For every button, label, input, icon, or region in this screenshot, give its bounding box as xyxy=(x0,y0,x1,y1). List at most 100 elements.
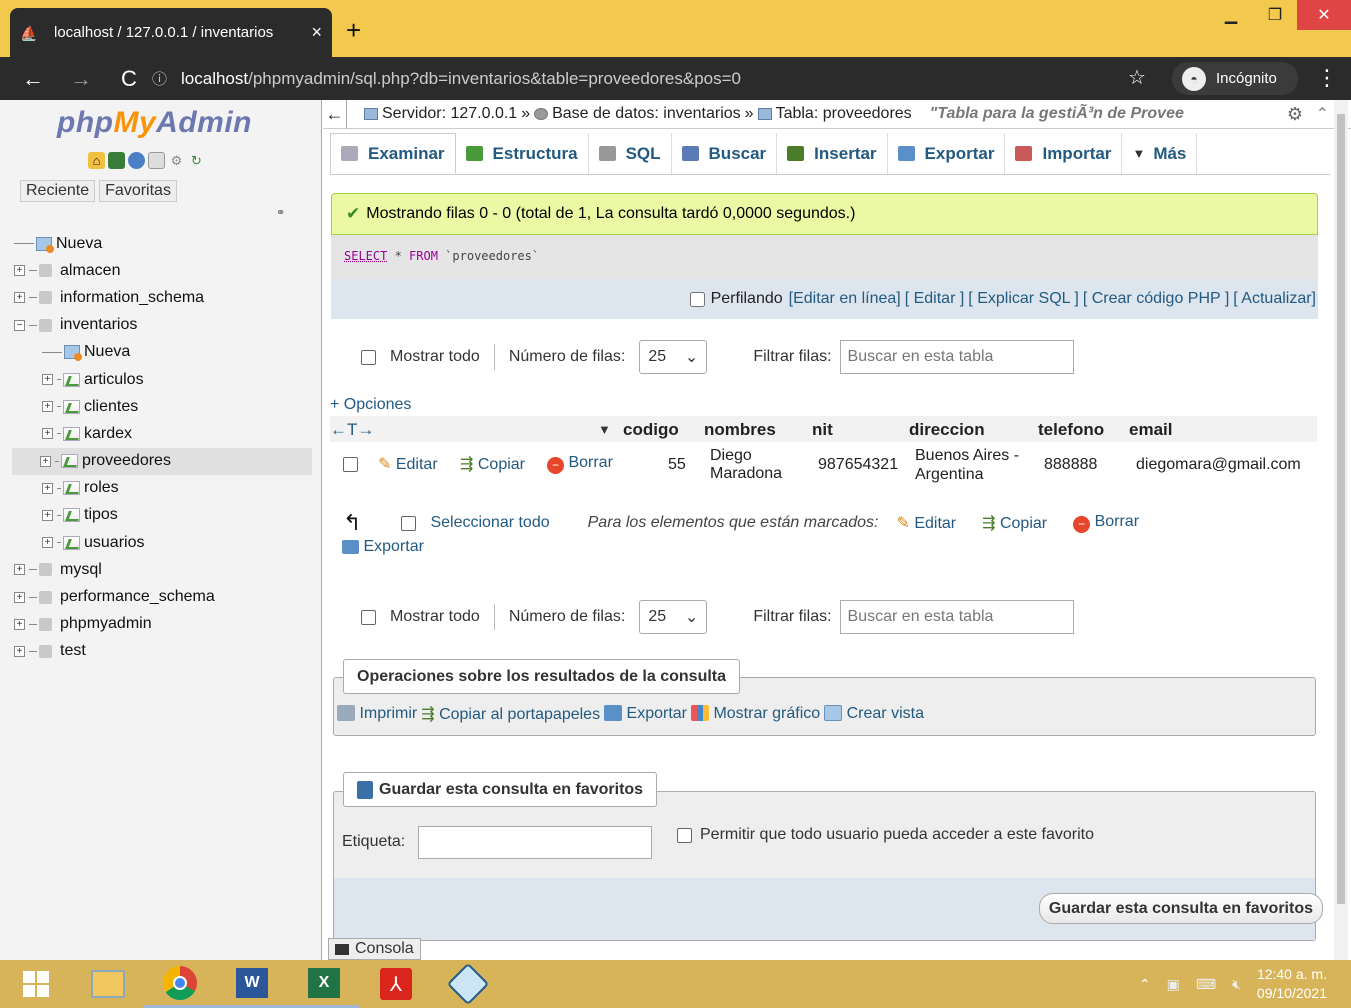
word-button[interactable]: W xyxy=(216,960,288,1008)
rows-per-page-select[interactable]: 25 ⌄ xyxy=(639,600,708,634)
minimize-icon[interactable]: ▁ xyxy=(1209,0,1253,30)
page-settings-icon[interactable]: ⚙ xyxy=(1287,104,1303,125)
tab-favorites[interactable]: Favoritas xyxy=(99,180,177,202)
acrobat-button[interactable]: ⅄ xyxy=(360,960,432,1008)
chart-link[interactable]: Mostrar gráfico xyxy=(691,705,820,723)
tree-item-proveedores[interactable]: + proveedores xyxy=(12,447,312,475)
start-button[interactable] xyxy=(0,960,72,1008)
tree-item-almacen[interactable]: + almacen xyxy=(14,257,312,284)
collapse-nav-icon[interactable]: ← xyxy=(323,99,347,129)
virtualbox-button[interactable] xyxy=(432,960,504,1008)
incognito-badge[interactable]: ◓ Incógnito xyxy=(1172,62,1298,95)
restore-icon[interactable]: ❐ xyxy=(1253,0,1297,30)
options-toggle[interactable]: + Opciones xyxy=(330,396,411,414)
tree-item-articulos[interactable]: + articulos xyxy=(14,366,312,393)
scrollbar-thumb[interactable] xyxy=(1337,114,1345,904)
expand-icon[interactable]: + xyxy=(42,374,53,386)
vertical-scrollbar[interactable] xyxy=(1334,100,1348,960)
save-bookmark-button[interactable]: Guardar esta consulta en favoritos xyxy=(1038,893,1323,924)
tray-expand-icon[interactable]: ⌃ xyxy=(1139,976,1151,993)
select-all-label[interactable]: Seleccionar todo xyxy=(430,514,549,532)
tree-item-tipos[interactable]: + tipos xyxy=(14,502,312,529)
close-window-icon[interactable]: ✕ xyxy=(1297,0,1351,30)
tree-item-roles[interactable]: + roles xyxy=(14,475,312,502)
expand-icon[interactable]: + xyxy=(14,564,25,576)
column-header-email[interactable]: email xyxy=(1129,420,1172,440)
logout-icon[interactable] xyxy=(108,152,125,169)
expand-icon[interactable]: + xyxy=(42,428,53,440)
volume-muted-icon[interactable]: 🔇︎ xyxy=(1232,976,1241,993)
column-header-nombres[interactable]: nombres xyxy=(704,420,776,440)
create-view-link[interactable]: Crear vista xyxy=(824,705,924,723)
tab-sql[interactable]: SQL xyxy=(589,133,672,174)
tree-item-clientes[interactable]: + clientes xyxy=(14,393,312,420)
expand-icon[interactable]: + xyxy=(40,455,51,467)
url-field[interactable]: ⓘ localhost /phpmyadmin/sql.php?db=inven… xyxy=(152,62,1112,95)
reload-nav-icon[interactable]: ↻ xyxy=(188,152,205,169)
phpmyadmin-logo[interactable]: phpMyAdmin xyxy=(57,106,252,140)
breadcrumb-database[interactable]: Base de datos: inventarios xyxy=(552,105,741,123)
browser-menu-icon[interactable]: ⋮ xyxy=(1316,65,1338,91)
tab-buscar[interactable]: Buscar xyxy=(672,133,778,174)
refresh-link[interactable]: [ Actualizar] xyxy=(1233,290,1316,308)
select-all-checkbox[interactable] xyxy=(401,515,417,531)
tree-item-kardex[interactable]: + kardex xyxy=(14,420,312,447)
tree-item-test[interactable]: + test xyxy=(14,638,312,665)
expand-icon[interactable]: + xyxy=(42,482,53,494)
expand-icon[interactable]: + xyxy=(42,401,53,413)
column-header-telefono[interactable]: telefono xyxy=(1038,420,1104,440)
docs-icon[interactable] xyxy=(128,152,145,169)
console-toggle[interactable]: Consola xyxy=(328,938,421,960)
filter-rows-input[interactable]: Buscar en esta tabla xyxy=(839,340,1074,374)
rows-per-page-select[interactable]: 25 ⌄ xyxy=(639,340,708,374)
bulk-export-button[interactable]: Exportar xyxy=(342,538,424,556)
expand-icon[interactable]: + xyxy=(14,265,25,277)
page-icon[interactable] xyxy=(148,152,165,169)
file-explorer-button[interactable] xyxy=(72,960,144,1008)
forward-icon[interactable]: → xyxy=(66,66,96,92)
explain-sql-link[interactable]: [ Explicar SQL ] xyxy=(968,290,1079,308)
tree-item-phpmyadmin[interactable]: + phpmyadmin xyxy=(14,611,312,638)
expand-icon[interactable]: + xyxy=(42,509,53,521)
network-icon[interactable]: ▣ xyxy=(1167,976,1180,993)
home-icon[interactable]: ⌂ xyxy=(88,152,105,169)
expand-icon[interactable]: + xyxy=(14,591,25,603)
bulk-delete-button[interactable]: − Borrar xyxy=(1073,513,1139,533)
show-all-checkbox[interactable] xyxy=(361,349,376,365)
sort-dropdown-icon[interactable]: ▼ xyxy=(598,422,611,437)
column-arrows-icon[interactable]: ←T→ xyxy=(330,420,374,440)
clock[interactable]: 12:40 a. m. 09/10/2021 xyxy=(1257,965,1327,1003)
expand-icon[interactable]: + xyxy=(14,645,25,657)
tree-item-Nueva[interactable]: Nueva xyxy=(14,230,312,257)
collapse-icon[interactable]: − xyxy=(14,319,25,331)
keyboard-icon[interactable]: ⌨ xyxy=(1196,976,1216,993)
tree-item-Nueva[interactable]: Nueva xyxy=(14,339,312,366)
bulk-copy-button[interactable]: ⇶ Copiar xyxy=(982,513,1047,533)
column-header-nit[interactable]: nit xyxy=(812,420,833,440)
new-tab-button[interactable]: + xyxy=(346,15,361,46)
column-header-codigo[interactable]: codigo xyxy=(623,420,679,440)
row-edit-button[interactable]: ✎ Editar xyxy=(378,454,438,474)
reload-icon[interactable]: C xyxy=(114,66,144,92)
bookmark-label-input[interactable] xyxy=(418,826,652,859)
tab-estructura[interactable]: Estructura xyxy=(456,133,589,174)
tab-exportar[interactable]: Exportar xyxy=(888,133,1006,174)
settings-icon[interactable]: ⚙ xyxy=(168,152,185,169)
tab-mas[interactable]: ▼ Más xyxy=(1122,133,1198,174)
chrome-button[interactable] xyxy=(144,960,216,1008)
tree-item-information-schema[interactable]: + information_schema xyxy=(14,284,312,311)
row-delete-button[interactable]: − Borrar xyxy=(547,454,613,474)
breadcrumb-server[interactable]: Servidor: 127.0.0.1 xyxy=(382,105,517,123)
expand-icon[interactable]: + xyxy=(14,618,25,630)
row-checkbox[interactable] xyxy=(343,457,358,472)
scroll-top-icon[interactable]: ⌃ xyxy=(1316,104,1329,124)
tab-examinar[interactable]: Examinar xyxy=(330,133,456,174)
expand-icon[interactable]: + xyxy=(14,292,25,304)
profiling-checkbox[interactable] xyxy=(689,291,705,307)
tab-insertar[interactable]: Insertar xyxy=(777,133,888,174)
sql-select[interactable]: SELECT xyxy=(344,249,387,263)
row-copy-button[interactable]: ⇶ Copiar xyxy=(460,454,525,474)
shared-bookmark-checkbox[interactable] xyxy=(677,827,692,843)
tree-item-usuarios[interactable]: + usuarios xyxy=(14,529,312,556)
bookmark-star-icon[interactable]: ☆ xyxy=(1128,65,1146,90)
